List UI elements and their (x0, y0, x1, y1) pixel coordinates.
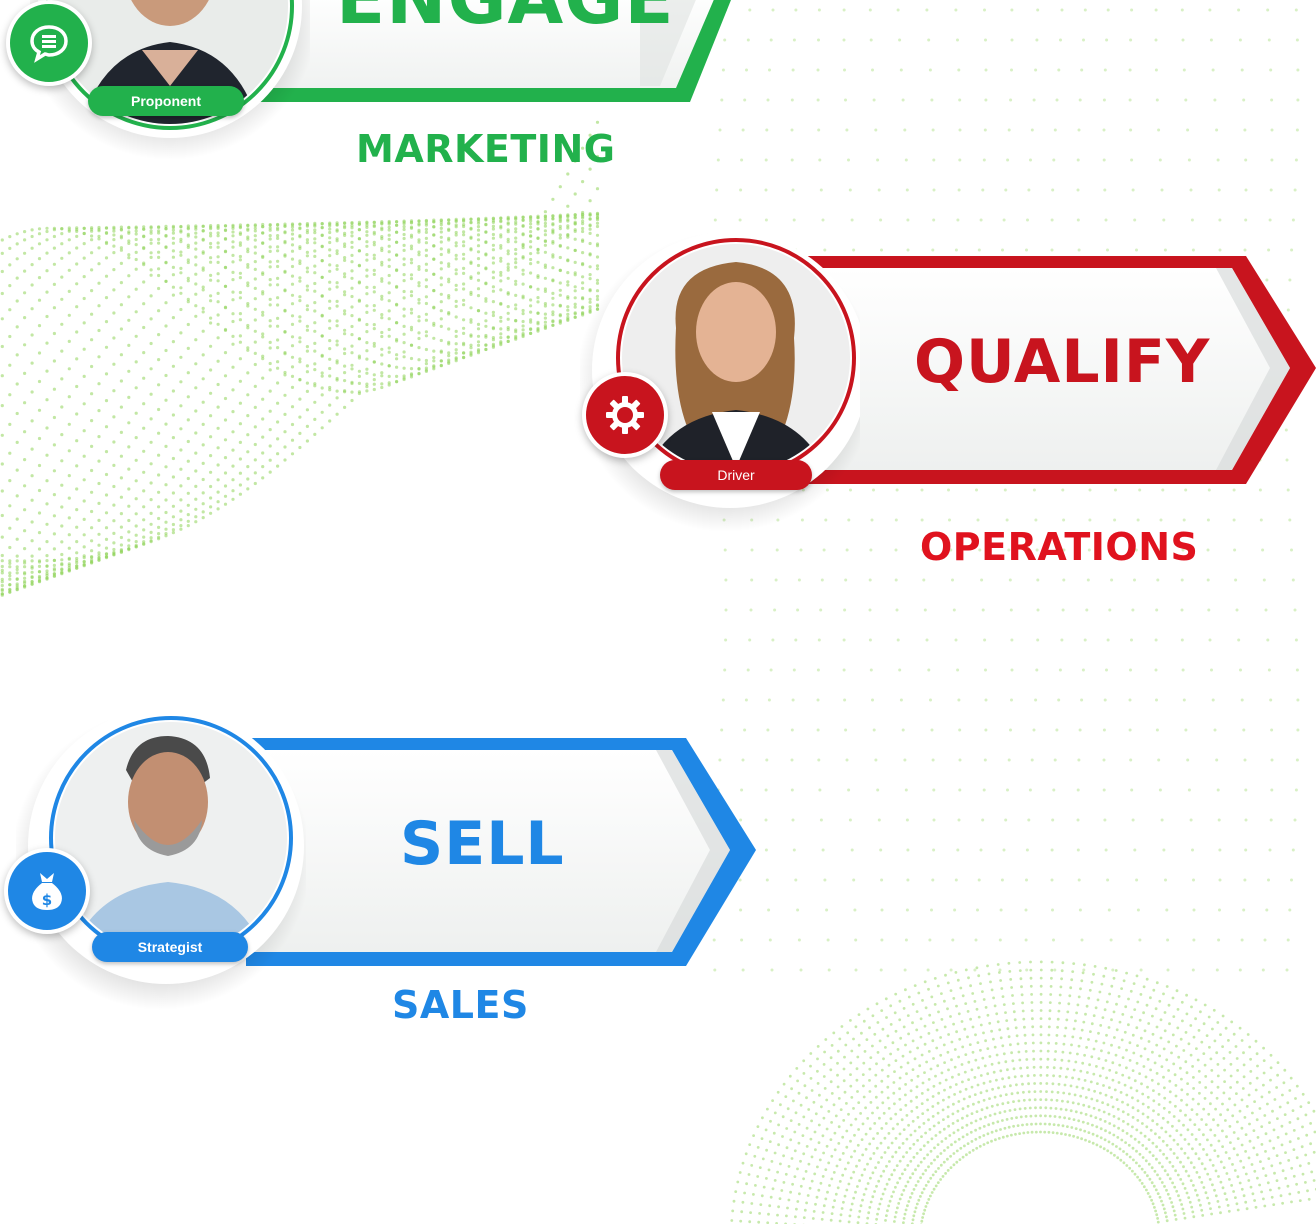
sell-badge: $ (4, 848, 90, 934)
qualify-badge (582, 372, 668, 458)
department-label-operations: OPERATIONS (920, 525, 1199, 569)
dotted-wave-background (0, 8, 1316, 1224)
department-label-marketing: MARKETING (356, 127, 616, 171)
sell-title: SELL (400, 809, 565, 879)
money-bag-icon: $ (32, 873, 62, 910)
chat-bubble-icon (30, 25, 68, 63)
engage-title: ENGAGE (336, 0, 675, 34)
qualify-title: QUALIFY (914, 327, 1211, 397)
role-pill-proponent: Proponent (88, 86, 244, 116)
engage-badge (6, 0, 92, 86)
gear-icon (606, 396, 644, 434)
svg-text:$: $ (42, 891, 52, 909)
engage-card: ENGAGE Proponent (0, 0, 760, 180)
qualify-card: QUALIFY Driver OPERATIONS (576, 228, 1316, 578)
role-pill-driver: Driver (660, 460, 812, 490)
department-label-sales: SALES (392, 983, 529, 1027)
sell-card: SELL Strategist $ SALES (0, 690, 760, 1030)
role-pill-strategist: Strategist (92, 932, 248, 962)
